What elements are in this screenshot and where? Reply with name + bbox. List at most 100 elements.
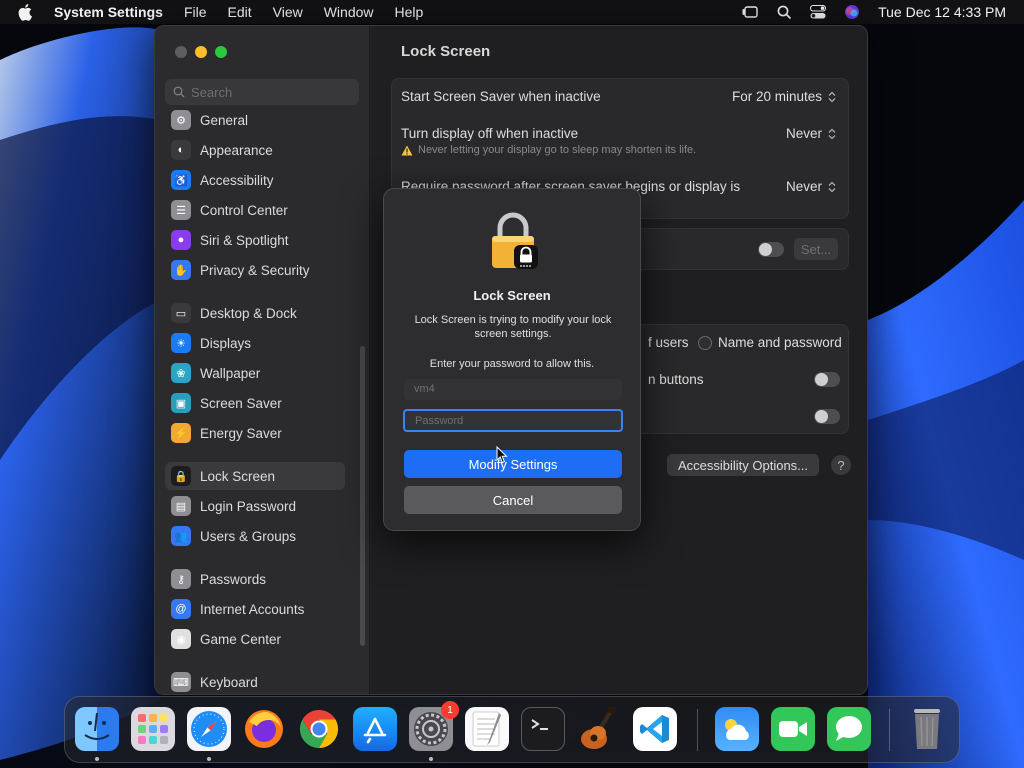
notification-badge: 1 bbox=[441, 701, 459, 719]
display-off-value: Never bbox=[785, 126, 822, 141]
menu-bar: System Settings File Edit View Window He… bbox=[0, 0, 1024, 24]
menu-view[interactable]: View bbox=[273, 4, 303, 20]
sidebar-item-label: Internet Accounts bbox=[200, 601, 305, 617]
dock-finder[interactable] bbox=[75, 707, 119, 751]
show-hints-toggle[interactable] bbox=[814, 409, 840, 424]
menu-help[interactable]: Help bbox=[395, 4, 424, 20]
dock-launchpad[interactable] bbox=[131, 707, 175, 751]
sidebar-item-keyboard[interactable]: ⌨ Keyboard bbox=[165, 668, 345, 694]
menu-window[interactable]: Window bbox=[324, 4, 374, 20]
messages-icon bbox=[836, 716, 862, 741]
dialog-prompt: Enter your password to allow this. bbox=[429, 358, 595, 370]
password-field[interactable] bbox=[403, 409, 623, 432]
sidebar-item-label: Accessibility bbox=[200, 172, 274, 188]
zoom-button[interactable] bbox=[215, 46, 227, 58]
dock-messages[interactable] bbox=[827, 707, 871, 751]
sidebar-scrollbar[interactable] bbox=[360, 346, 365, 646]
username-field[interactable] bbox=[404, 379, 622, 400]
menu-clock[interactable]: Tue Dec 12 4:33 PM bbox=[878, 4, 1006, 20]
apple-menu-icon[interactable] bbox=[18, 3, 34, 21]
name-password-radio[interactable] bbox=[698, 335, 712, 350]
keyboard-icon: ⌨ bbox=[171, 672, 191, 692]
sidebar-item-general[interactable]: ⚙ General bbox=[165, 106, 345, 134]
lock-icon: 🔒 bbox=[171, 466, 191, 486]
dock-firefox[interactable] bbox=[242, 707, 286, 751]
game-center-icon: ◉ bbox=[171, 629, 191, 649]
launchpad-icon bbox=[138, 714, 168, 744]
sidebar-item-label: General bbox=[200, 112, 249, 128]
sidebar-item-label: Screen Saver bbox=[200, 395, 282, 411]
name-password-option[interactable]: Name and password bbox=[698, 335, 842, 350]
dock-vscode[interactable] bbox=[633, 707, 677, 751]
display-off-popup[interactable]: Never bbox=[786, 126, 836, 141]
finder-icon bbox=[84, 712, 110, 740]
set-message-button[interactable]: Set... bbox=[794, 238, 838, 260]
screen-saver-popup[interactable]: For 20 minutes bbox=[732, 89, 836, 104]
close-button[interactable] bbox=[175, 46, 187, 58]
sidebar-item-accessibility[interactable]: ♿ Accessibility bbox=[165, 166, 345, 194]
accessibility-options-button[interactable]: Accessibility Options... bbox=[667, 454, 819, 476]
minimize-button[interactable] bbox=[195, 46, 207, 58]
cancel-button[interactable]: Cancel bbox=[404, 486, 622, 514]
screen-saver-value: For 20 minutes bbox=[731, 89, 822, 104]
weather-icon bbox=[725, 719, 749, 740]
gear-icon: ⚙ bbox=[171, 110, 191, 130]
menu-app-name[interactable]: System Settings bbox=[54, 4, 163, 20]
sidebar-item-internet-accounts[interactable]: @ Internet Accounts bbox=[165, 595, 345, 623]
menu-file[interactable]: File bbox=[184, 4, 207, 20]
dock-system-settings[interactable]: 1 bbox=[409, 701, 459, 751]
sidebar-item-passwords[interactable]: ⚷ Passwords bbox=[165, 565, 345, 593]
dock-garageband[interactable] bbox=[577, 707, 621, 751]
dock-chrome[interactable] bbox=[297, 707, 341, 751]
dock-weather[interactable] bbox=[715, 707, 759, 751]
sidebar-item-privacy-security[interactable]: ✋ Privacy & Security bbox=[165, 256, 345, 284]
sidebar-item-displays[interactable]: ☀ Displays bbox=[165, 329, 345, 357]
sidebar-item-users-groups[interactable]: 👥 Users & Groups bbox=[165, 522, 345, 550]
desktop-icon: ▭ bbox=[171, 303, 191, 323]
sidebar-item-label: Privacy & Security bbox=[200, 262, 310, 278]
trash-icon bbox=[914, 709, 940, 749]
screen-saver-label: Start Screen Saver when inactive bbox=[401, 89, 601, 104]
sidebar-search[interactable]: Search bbox=[165, 79, 359, 105]
sidebar-item-control-center[interactable]: ☰ Control Center bbox=[165, 196, 345, 224]
facetime-icon bbox=[779, 721, 807, 737]
display-off-label: Turn display off when inactive bbox=[401, 126, 579, 141]
dock-terminal[interactable] bbox=[521, 707, 565, 751]
sidebar-item-appearance[interactable]: ◐ Appearance bbox=[165, 136, 345, 164]
sidebar-item-game-center[interactable]: ◉ Game Center bbox=[165, 625, 345, 653]
sidebar-item-screen-saver[interactable]: ▣ Screen Saver bbox=[165, 389, 345, 417]
spotlight-icon[interactable] bbox=[777, 5, 792, 20]
dock-app-store[interactable] bbox=[353, 707, 397, 751]
sidebar-item-siri-spotlight[interactable]: ● Siri & Spotlight bbox=[165, 226, 345, 254]
modify-settings-button[interactable]: Modify Settings bbox=[404, 450, 622, 478]
show-buttons-toggle[interactable] bbox=[814, 372, 840, 387]
energy-icon: ⚡ bbox=[171, 423, 191, 443]
sidebar-item-label: Energy Saver bbox=[200, 425, 282, 441]
display-warning-text: Never letting your display go to sleep m… bbox=[418, 144, 697, 156]
accessibility-icon: ♿ bbox=[171, 170, 191, 190]
sidebar-item-wallpaper[interactable]: ❀ Wallpaper bbox=[165, 359, 345, 387]
dock: 1 bbox=[64, 696, 960, 763]
sidebar-item-desktop-dock[interactable]: ▭ Desktop & Dock bbox=[165, 299, 345, 327]
sidebar-item-energy-saver[interactable]: ⚡ Energy Saver bbox=[165, 419, 345, 447]
stage-manager-icon[interactable] bbox=[741, 4, 759, 20]
control-center-icon[interactable] bbox=[810, 5, 827, 19]
sidebar-item-label: Appearance bbox=[200, 142, 273, 158]
dock-safari[interactable] bbox=[187, 707, 231, 751]
sidebar-item-login-password[interactable]: ▤ Login Password bbox=[165, 492, 345, 520]
sidebar-item-lock-screen[interactable]: 🔒 Lock Screen bbox=[165, 462, 345, 490]
warning-icon bbox=[401, 145, 413, 155]
show-message-toggle[interactable] bbox=[758, 242, 784, 257]
dock-separator-trash bbox=[889, 709, 890, 751]
dock-textedit[interactable] bbox=[465, 707, 509, 751]
help-button[interactable]: ? bbox=[831, 455, 851, 475]
sidebar-item-label: Passwords bbox=[200, 571, 267, 587]
siri-icon[interactable] bbox=[844, 4, 860, 20]
menu-edit[interactable]: Edit bbox=[228, 4, 252, 20]
dock-trash[interactable] bbox=[905, 707, 949, 751]
at-icon: @ bbox=[171, 599, 191, 619]
dock-facetime[interactable] bbox=[771, 707, 815, 751]
sidebar-item-label: Desktop & Dock bbox=[200, 305, 297, 321]
textedit-icon bbox=[472, 711, 501, 747]
require-password-popup[interactable]: Never bbox=[786, 179, 836, 194]
